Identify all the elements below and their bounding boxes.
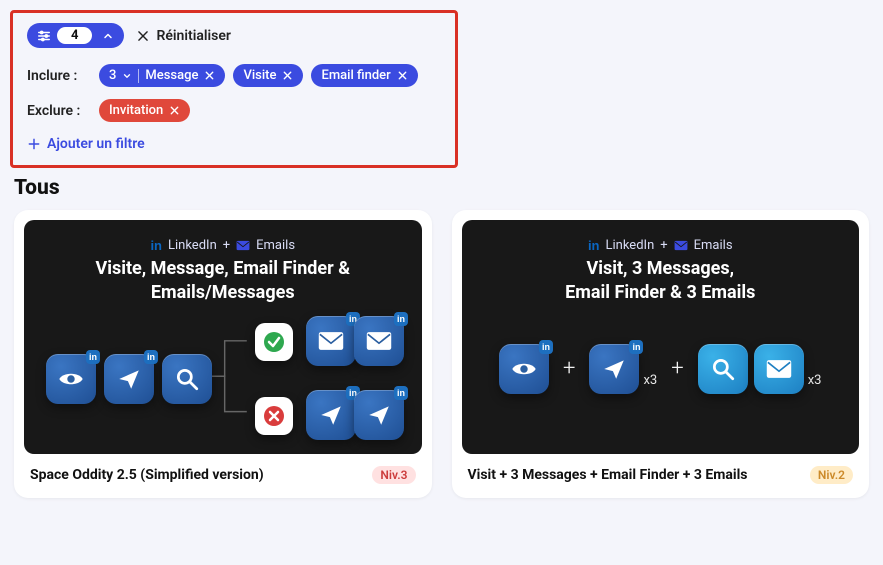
check-tile [255, 323, 293, 361]
eye-tile: in [46, 354, 96, 404]
search-tile [162, 354, 212, 404]
exclude-label: Exclure : [27, 103, 91, 119]
sequence-diagram: in in in [40, 314, 406, 438]
exclude-row: Exclure : Invitation [27, 99, 441, 122]
chevron-up-icon [98, 30, 118, 42]
card-hero: in LinkedIn + Emails Visit, 3 Messages, … [462, 220, 860, 454]
filter-panel: 4 Réinitialiser Inclure : 3 Message Visi… [10, 10, 458, 168]
include-chip-email-finder[interactable]: Email finder [311, 64, 417, 87]
filter-count-badge: 4 [57, 27, 92, 44]
card-title: Visit + 3 Messages + Email Finder + 3 Em… [468, 466, 748, 484]
search-tile [698, 344, 748, 394]
filter-header: 4 Réinitialiser [27, 23, 441, 48]
close-icon[interactable] [204, 70, 215, 81]
card-title: Space Oddity 2.5 (Simplified version) [30, 466, 264, 484]
chevron-down-icon [122, 71, 132, 81]
chip-label: Email finder [321, 68, 390, 83]
exclude-chip-invitation[interactable]: Invitation [99, 99, 190, 122]
plus-separator: + [563, 356, 575, 381]
linkedin-badge-icon: in [539, 340, 553, 354]
send-tile: in [589, 344, 639, 394]
send-tile: in [104, 354, 154, 404]
close-icon[interactable] [282, 70, 293, 81]
level-badge: Niv.2 [810, 466, 853, 484]
include-label: Inclure : [27, 68, 91, 84]
linkedin-badge-icon: in [394, 386, 408, 400]
section-title: Tous [14, 176, 883, 200]
linkedin-icon: in [150, 238, 162, 253]
hero-source: in LinkedIn + Emails [588, 238, 733, 253]
sequence-card[interactable]: in LinkedIn + Emails Visit, 3 Messages, … [452, 210, 870, 498]
source-plus: + [660, 238, 667, 253]
envelope-icon [236, 240, 250, 251]
close-icon[interactable] [397, 70, 408, 81]
reset-label: Réinitialiser [156, 28, 230, 44]
hero-title: Visit, 3 Messages, Email Finder & 3 Emai… [559, 257, 761, 306]
chip-label: Message [145, 68, 198, 83]
envelope-tile [754, 344, 804, 394]
source-emails: Emails [256, 238, 295, 253]
source-emails: Emails [694, 238, 733, 253]
hero-title: Visite, Message, Email Finder & Emails/M… [89, 257, 356, 306]
icon-row: in + in x3 + x3 [499, 344, 821, 394]
envelope-icon [674, 240, 688, 251]
send-tile: in [354, 390, 404, 440]
multiplier: x3 [808, 373, 822, 388]
include-row: Inclure : 3 Message Visite Email finder [27, 64, 441, 87]
envelope-tile: in [306, 316, 356, 366]
plus-icon [27, 137, 41, 151]
plus-separator: + [671, 356, 683, 381]
multiplier: x3 [643, 373, 657, 388]
source-linkedin: LinkedIn [606, 238, 655, 253]
chip-label: Invitation [109, 103, 163, 118]
filter-toggle[interactable]: 4 [27, 23, 124, 48]
include-chip-message[interactable]: 3 Message [99, 64, 225, 87]
linkedin-icon: in [588, 238, 600, 253]
close-icon[interactable] [169, 105, 180, 116]
hero-source: in LinkedIn + Emails [150, 238, 295, 253]
source-linkedin: LinkedIn [168, 238, 217, 253]
linkedin-badge-icon: in [629, 340, 643, 354]
chip-divider [138, 69, 139, 83]
linkedin-badge-icon: in [86, 350, 100, 364]
add-filter-button[interactable]: Ajouter un filtre [27, 134, 145, 154]
source-plus: + [223, 238, 230, 253]
cross-tile [255, 397, 293, 435]
linkedin-badge-icon: in [144, 350, 158, 364]
linkedin-badge-icon: in [394, 312, 408, 326]
eye-tile: in [499, 344, 549, 394]
envelope-tile: in [354, 316, 404, 366]
send-tile: in [306, 390, 356, 440]
card-footer: Visit + 3 Messages + Email Finder + 3 Em… [462, 454, 860, 488]
chip-count: 3 [109, 68, 116, 83]
include-chip-visite[interactable]: Visite [233, 64, 303, 87]
cards-container: in LinkedIn + Emails Visite, Message, Em… [0, 210, 883, 498]
add-filter-label: Ajouter un filtre [47, 136, 145, 152]
card-hero: in LinkedIn + Emails Visite, Message, Em… [24, 220, 422, 454]
sliders-icon [37, 29, 51, 43]
card-footer: Space Oddity 2.5 (Simplified version) Ni… [24, 454, 422, 488]
level-badge: Niv.3 [372, 466, 415, 484]
chip-label: Visite [243, 68, 276, 83]
reset-button[interactable]: Réinitialiser [136, 28, 230, 44]
sequence-card[interactable]: in LinkedIn + Emails Visite, Message, Em… [14, 210, 432, 498]
